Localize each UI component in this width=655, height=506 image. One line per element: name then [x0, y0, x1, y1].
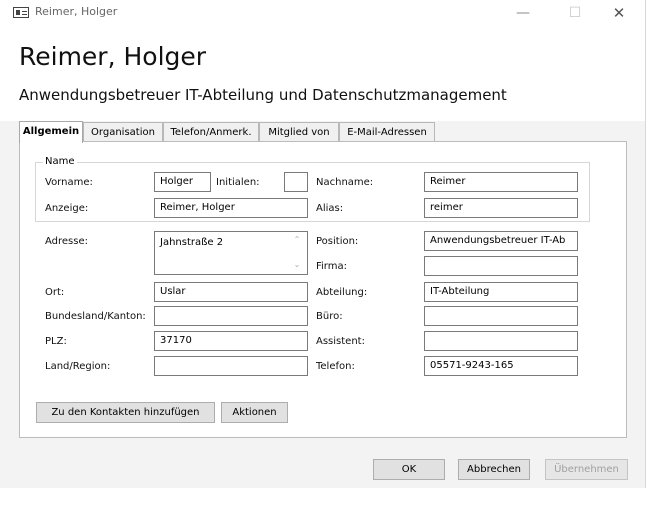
nachname-label: Nachname:: [316, 177, 374, 188]
alias-label: Alias:: [316, 203, 344, 214]
aktionen-button[interactable]: Aktionen: [221, 402, 288, 423]
dialog-window: Reimer, Holger — ☐ ✕ Reimer, Holger Anwe…: [0, 0, 646, 489]
anzeige-label: Anzeige:: [45, 203, 89, 214]
contact-header: Reimer, Holger Anwendungsbetreuer IT-Abt…: [0, 26, 645, 121]
tab-telefon-anmerk[interactable]: Telefon/Anmerk.: [163, 122, 259, 141]
land-field[interactable]: [154, 356, 308, 376]
vorname-label: Vorname:: [45, 177, 93, 188]
alias-field[interactable]: reimer: [424, 198, 578, 218]
assistent-field[interactable]: [424, 331, 578, 351]
initialen-label: Initialen:: [216, 177, 260, 188]
name-group-label: Name: [43, 156, 77, 167]
adresse-label: Adresse:: [45, 236, 88, 247]
scroll-up-icon[interactable]: ⌃: [292, 235, 302, 245]
background-strip: [0, 488, 655, 506]
position-field[interactable]: Anwendungsbetreuer IT-Ab: [424, 231, 578, 251]
abteilung-field[interactable]: IT-Abteilung: [424, 282, 578, 302]
ort-field[interactable]: Uslar: [154, 282, 308, 302]
tab-email-adressen[interactable]: E-Mail-Adressen: [339, 122, 435, 141]
firma-field[interactable]: [424, 256, 578, 276]
plz-label: PLZ:: [45, 336, 67, 347]
buero-field[interactable]: [424, 306, 578, 326]
add-to-contacts-button[interactable]: Zu den Kontakten hinzufügen: [36, 402, 215, 423]
initialen-field[interactable]: [284, 172, 308, 192]
contact-card-icon: [13, 7, 29, 18]
ok-button[interactable]: OK: [373, 459, 445, 480]
minimize-button[interactable]: —: [508, 2, 538, 24]
assistent-label: Assistent:: [316, 336, 365, 347]
anzeige-field[interactable]: Reimer, Holger: [154, 198, 308, 218]
firma-label: Firma:: [316, 261, 347, 272]
contact-job-title: Anwendungsbetreuer IT-Abteilung und Date…: [19, 86, 507, 104]
plz-field[interactable]: 37170: [154, 331, 308, 351]
vorname-field[interactable]: Holger: [154, 172, 211, 192]
tab-organisation[interactable]: Organisation: [83, 122, 163, 141]
telefon-label: Telefon:: [316, 361, 355, 372]
ort-label: Ort:: [45, 287, 65, 298]
buero-label: Büro:: [316, 311, 343, 322]
title-bar: Reimer, Holger — ☐ ✕: [0, 0, 645, 26]
close-button[interactable]: ✕: [604, 2, 634, 24]
bundesland-label: Bundesland/Kanton:: [45, 311, 146, 322]
adresse-textarea[interactable]: Jahnstraße 2: [154, 231, 308, 275]
abteilung-label: Abteilung:: [316, 287, 368, 298]
tab-mitglied-von[interactable]: Mitglied von: [259, 122, 339, 141]
telefon-field[interactable]: 05571-9243-165: [424, 356, 578, 376]
nachname-field[interactable]: Reimer: [424, 172, 578, 192]
bundesland-field[interactable]: [154, 306, 308, 326]
tab-allgemein[interactable]: Allgemein: [19, 121, 83, 143]
cancel-button[interactable]: Abbrechen: [458, 459, 530, 480]
maximize-button[interactable]: ☐: [560, 2, 590, 24]
position-label: Position:: [316, 236, 359, 247]
apply-button[interactable]: Übernehmen: [545, 459, 628, 480]
land-label: Land/Region:: [45, 361, 111, 372]
window-title: Reimer, Holger: [35, 5, 118, 18]
scroll-down-icon[interactable]: ⌄: [292, 260, 302, 270]
contact-name-heading: Reimer, Holger: [19, 42, 207, 71]
